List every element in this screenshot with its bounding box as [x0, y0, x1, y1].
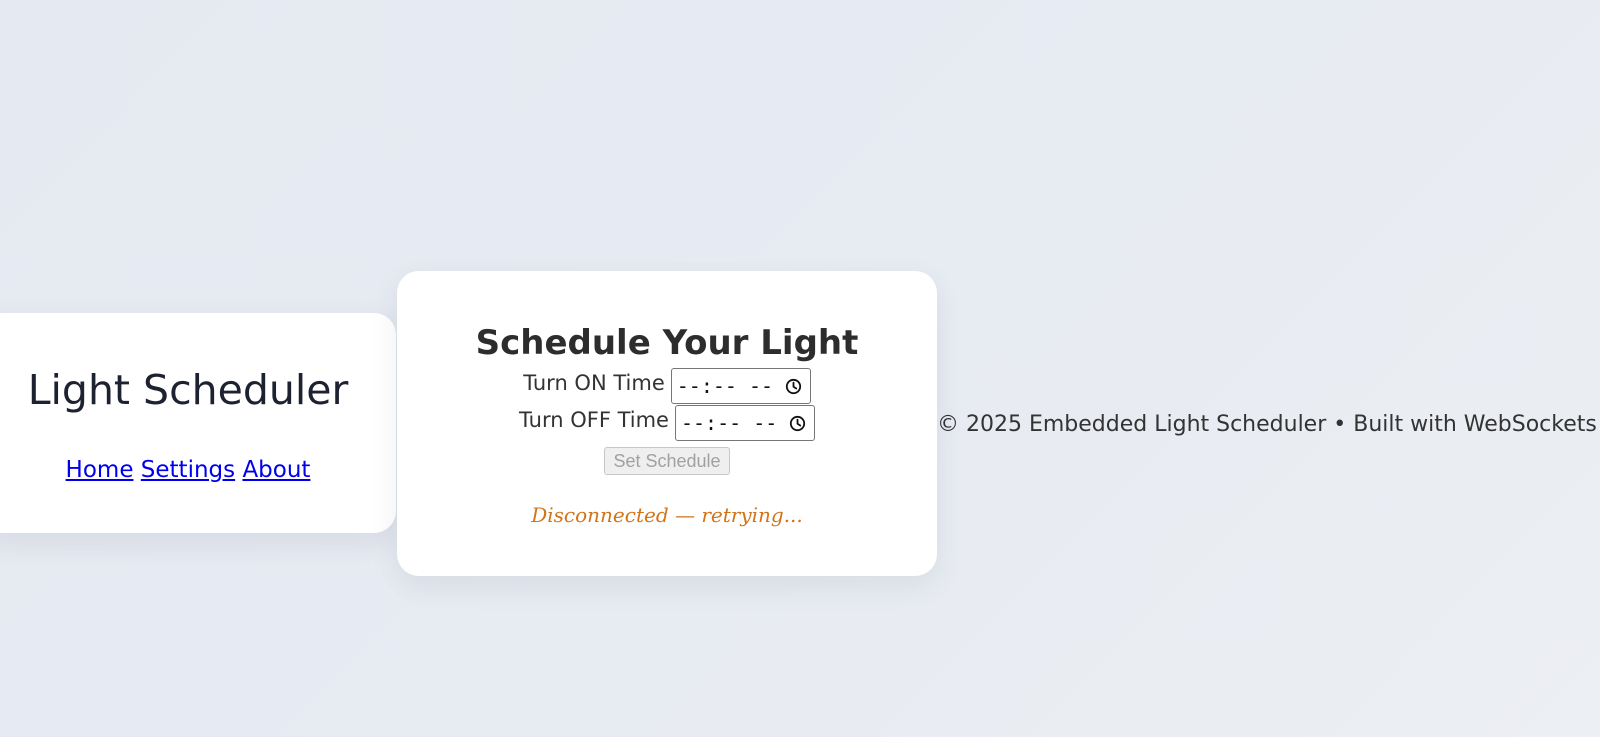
header-card: Light Scheduler Home Settings About [0, 313, 396, 533]
on-time-value: --:-- -- [676, 374, 774, 398]
schedule-card: Schedule Your Light Turn ON Time --:-- -… [397, 271, 937, 576]
connection-status: Disconnected — retrying... [531, 503, 803, 527]
off-time-value: --:-- -- [680, 411, 778, 435]
set-schedule-button[interactable]: Set Schedule [604, 447, 730, 475]
nav-link-home[interactable]: Home [66, 457, 134, 483]
schedule-title: Schedule Your Light [475, 323, 859, 363]
clock-icon[interactable] [789, 415, 806, 432]
off-time-row: Turn OFF Time --:-- -- [397, 404, 937, 441]
app-title: Light Scheduler [27, 366, 349, 414]
on-time-label: Turn ON Time [523, 371, 665, 395]
on-time-row: Turn ON Time --:-- -- [397, 367, 937, 404]
off-time-input[interactable]: --:-- -- [674, 405, 815, 441]
main-nav: Home Settings About [0, 455, 376, 485]
footer-text: © 2025 Embedded Light Scheduler • Built … [937, 412, 1600, 437]
off-time-label: Turn OFF Time [519, 408, 669, 432]
on-time-input[interactable]: --:-- -- [670, 368, 811, 404]
clock-icon[interactable] [785, 378, 802, 395]
nav-link-settings[interactable]: Settings [141, 457, 235, 483]
nav-link-about[interactable]: About [242, 457, 310, 483]
